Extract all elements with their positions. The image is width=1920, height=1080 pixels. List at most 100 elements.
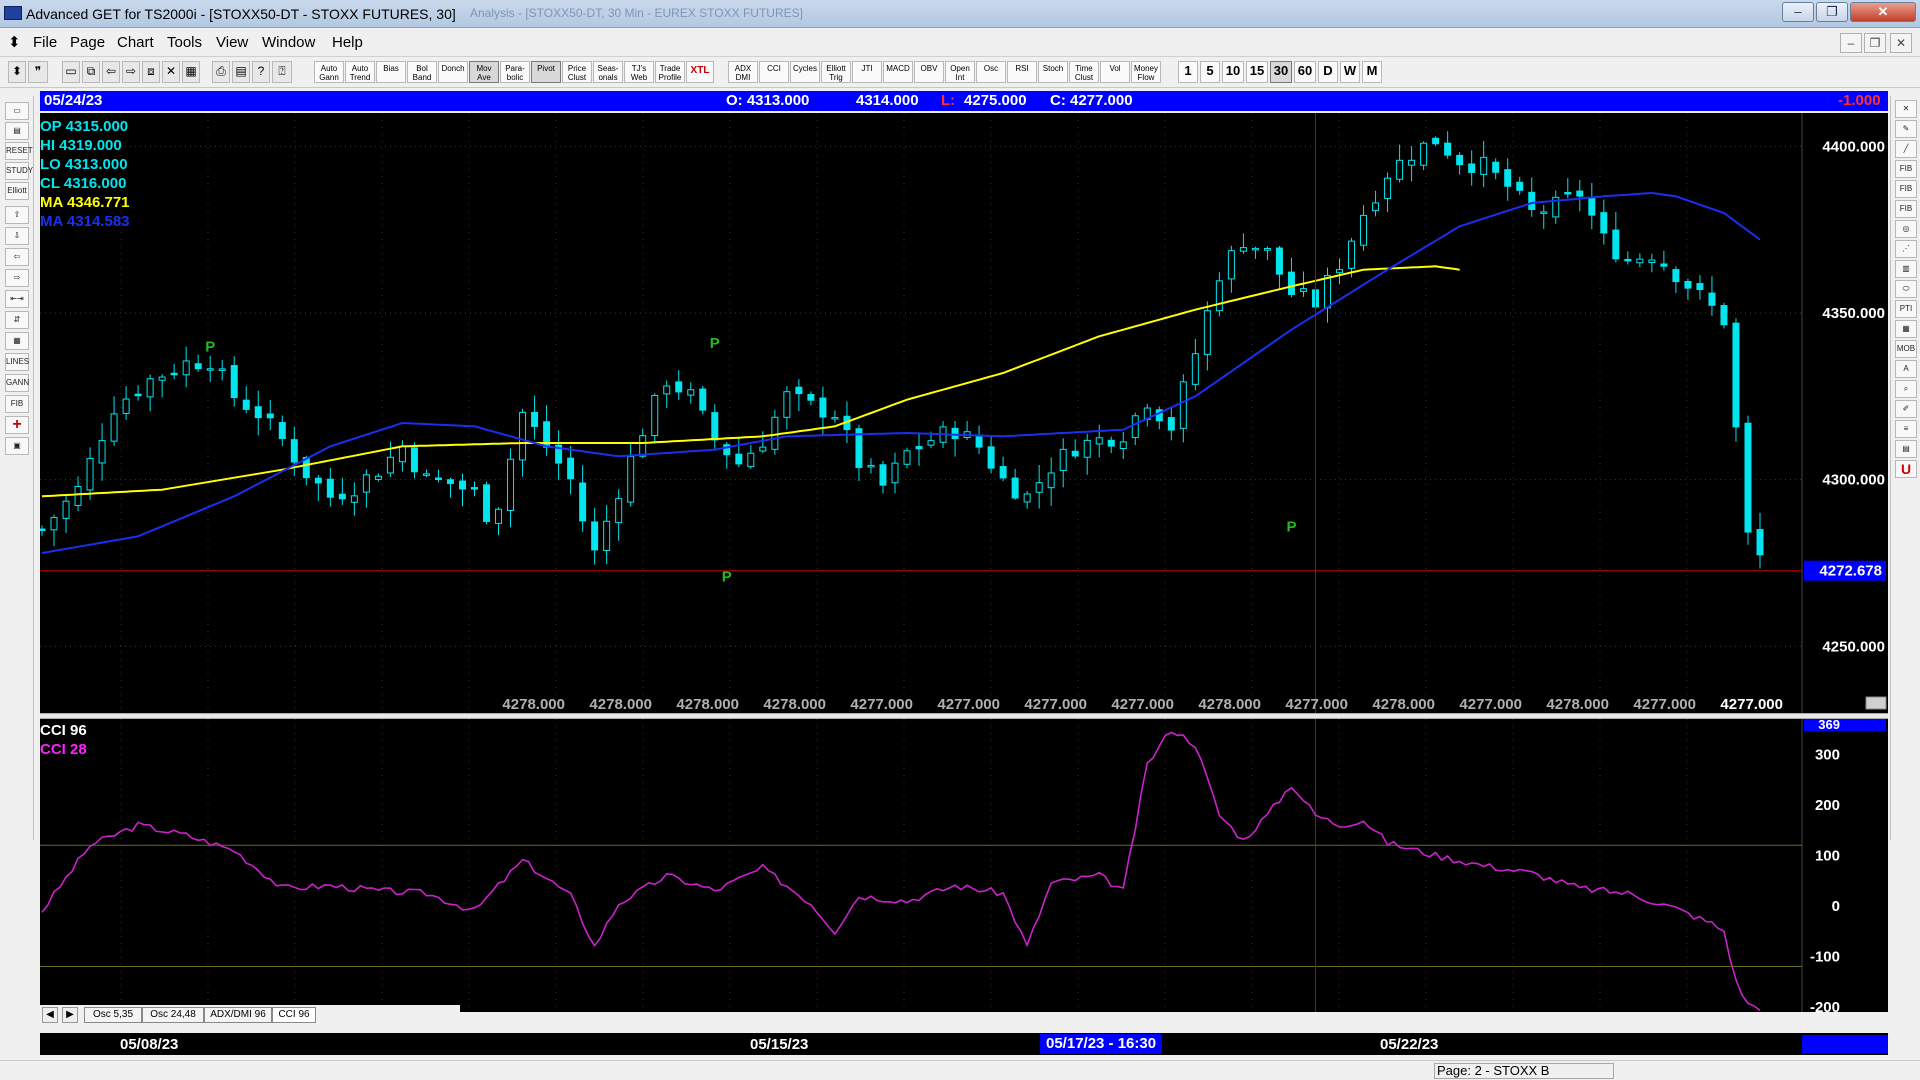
menu-chart[interactable]: Chart	[117, 34, 154, 51]
interval-10-button[interactable]: 10	[1222, 61, 1244, 83]
pointer-icon[interactable]: ⬍	[8, 61, 26, 83]
new-page-icon[interactable]: ▭	[62, 61, 80, 83]
fib-retracement-icon[interactable]: FIB	[1895, 160, 1917, 178]
study-bol-band-button[interactable]: Bol Band	[407, 61, 437, 83]
undo-icon[interactable]: U	[1895, 460, 1917, 478]
tab-scroll-right-icon[interactable]: ▶	[62, 1007, 78, 1023]
tab-cci-96[interactable]: CCI 96	[272, 1007, 316, 1023]
study-bias-button[interactable]: Bias	[376, 61, 406, 83]
lines-icon[interactable]: LINES	[5, 353, 29, 371]
interval-30-button[interactable]: 30	[1270, 61, 1292, 83]
circle-tool-icon[interactable]: ◎	[1895, 220, 1917, 238]
trendline-icon[interactable]: ╱	[1895, 140, 1917, 158]
tab-osc-5-35[interactable]: Osc 5,35	[84, 1007, 142, 1023]
crosshair-icon[interactable]: +	[5, 416, 29, 434]
study-price-clust-button[interactable]: Price Clust	[562, 61, 592, 83]
study-seasonals-button[interactable]: Seas-onals	[593, 61, 623, 83]
delete-icon[interactable]: ✕	[162, 61, 180, 83]
mdi-close-button[interactable]: ✕	[1890, 33, 1912, 53]
study-cci-button[interactable]: CCI	[759, 61, 789, 83]
scroll-right-icon[interactable]: ⇨	[5, 269, 29, 287]
reset-icon[interactable]: RESET	[5, 142, 33, 160]
study-parabolic-button[interactable]: Para-bolic	[500, 61, 530, 83]
scroll-up-icon[interactable]: ⇧	[5, 206, 29, 224]
menu-help[interactable]: Help	[332, 34, 363, 51]
study-macd-button[interactable]: MACD	[883, 61, 913, 83]
study-time-clust-button[interactable]: Time Clust	[1069, 61, 1099, 83]
study-money-flow-button[interactable]: Money Flow	[1131, 61, 1161, 83]
mdi-minimize-button[interactable]: –	[1840, 33, 1862, 53]
grid-tool-icon[interactable]: ▦	[5, 332, 29, 350]
study-icon[interactable]: STUDY	[5, 162, 33, 180]
help-pointer-icon[interactable]: ⍰	[272, 61, 292, 83]
study-tjs-web-button[interactable]: TJ's Web	[624, 61, 654, 83]
fib-time-icon[interactable]: FIB	[1895, 200, 1917, 218]
scroll-left-icon[interactable]: ⇦	[5, 248, 29, 266]
study-adx-dmi-button[interactable]: ADX DMI	[728, 61, 758, 83]
study-jti-button[interactable]: JTI	[852, 61, 882, 83]
gann-icon[interactable]: GANN	[5, 374, 29, 392]
minimize-button[interactable]: –	[1782, 2, 1814, 22]
study-elliott-trig-button[interactable]: Elliott Trig	[821, 61, 851, 83]
study-open-int-button[interactable]: Open Int	[945, 61, 975, 83]
study-trade-profile-button[interactable]: Trade Profile	[655, 61, 685, 83]
table-tool-icon[interactable]: ▦	[1895, 320, 1917, 338]
study-mov-ave-button[interactable]: Mov Ave	[469, 61, 499, 83]
chart-corner-icon[interactable]	[1865, 696, 1887, 710]
menu-window[interactable]: Window	[262, 34, 315, 51]
menu-view[interactable]: View	[216, 34, 248, 51]
text-tool-icon[interactable]: A	[1895, 360, 1917, 378]
pencil-icon[interactable]: ✎	[1895, 120, 1917, 138]
tab-adx-dmi-96[interactable]: ADX/DMI 96	[204, 1007, 272, 1023]
interval-monthly-button[interactable]: M	[1362, 61, 1382, 83]
fib-icon[interactable]: FIB	[5, 395, 29, 413]
menu-tools[interactable]: Tools	[167, 34, 202, 51]
interval-daily-button[interactable]: D	[1318, 61, 1338, 83]
interval-60-button[interactable]: 60	[1294, 61, 1316, 83]
channel-tool-icon[interactable]: ▥	[1895, 260, 1917, 278]
study-xtl-button[interactable]: XTL	[686, 61, 714, 83]
print-icon[interactable]: ⎙	[212, 61, 230, 83]
study-donch-button[interactable]: Donch	[438, 61, 468, 83]
mdi-restore-button[interactable]: ❐	[1864, 33, 1886, 53]
list-tool-icon[interactable]: ≡	[1895, 420, 1917, 438]
copy-icon[interactable]: ⧉	[82, 61, 100, 83]
close-tool-icon[interactable]: ✕	[1895, 100, 1917, 118]
chart-settings-icon[interactable]: ▤	[5, 122, 29, 140]
study-rsi-button[interactable]: RSI	[1007, 61, 1037, 83]
compress-icon[interactable]: ⇤⇥	[5, 290, 29, 308]
tab-scroll-left-icon[interactable]: ◀	[42, 1007, 58, 1023]
scroll-down-icon[interactable]: ⇩	[5, 227, 29, 245]
ellipse-tool-icon[interactable]: ⬭	[1895, 280, 1917, 298]
study-stoch-button[interactable]: Stoch	[1038, 61, 1068, 83]
snapshot-icon[interactable]: ▣	[5, 437, 29, 455]
interval-weekly-button[interactable]: W	[1340, 61, 1360, 83]
menu-page[interactable]: Page	[70, 34, 105, 51]
fan-tool-icon[interactable]: ⋰	[1895, 240, 1917, 258]
menu-file[interactable]: File	[33, 34, 57, 51]
fib-extension-icon[interactable]: FIB	[1895, 180, 1917, 198]
interval-5-button[interactable]: 5	[1200, 61, 1220, 83]
tab-osc-24-48[interactable]: Osc 24,48	[142, 1007, 204, 1023]
study-auto-gann-button[interactable]: Auto Gann	[314, 61, 344, 83]
study-auto-trend-button[interactable]: Auto Trend	[345, 61, 375, 83]
maximize-button[interactable]: ❐	[1816, 2, 1848, 22]
chart-copy-icon[interactable]: ⧈	[142, 61, 160, 83]
forward-icon[interactable]: ⇨	[122, 61, 140, 83]
interval-15-button[interactable]: 15	[1246, 61, 1268, 83]
layers-icon[interactable]: ▤	[1895, 440, 1917, 458]
mob-icon[interactable]: MOB	[1895, 340, 1917, 358]
study-osc-button[interactable]: Osc	[976, 61, 1006, 83]
study-cycles-button[interactable]: Cycles	[790, 61, 820, 83]
cci-oscillator-chart[interactable]: 369 300 200 100 0 -100 -200 CCI 96 CCI 2…	[40, 719, 1888, 1012]
paint-icon[interactable]: ✐	[1895, 400, 1917, 418]
quote-icon[interactable]: ❞	[28, 61, 48, 83]
open-folder-icon[interactable]: ▭	[5, 102, 29, 120]
study-obv-button[interactable]: OBV	[914, 61, 944, 83]
interval-1-button[interactable]: 1	[1178, 61, 1198, 83]
back-icon[interactable]: ⇦	[102, 61, 120, 83]
expand-icon[interactable]: ⇵	[5, 311, 29, 329]
hint-icon[interactable]: ?	[252, 61, 270, 83]
elliott-icon[interactable]: Elliott	[5, 182, 29, 200]
zoom-icon[interactable]: ⌕	[1895, 380, 1917, 398]
